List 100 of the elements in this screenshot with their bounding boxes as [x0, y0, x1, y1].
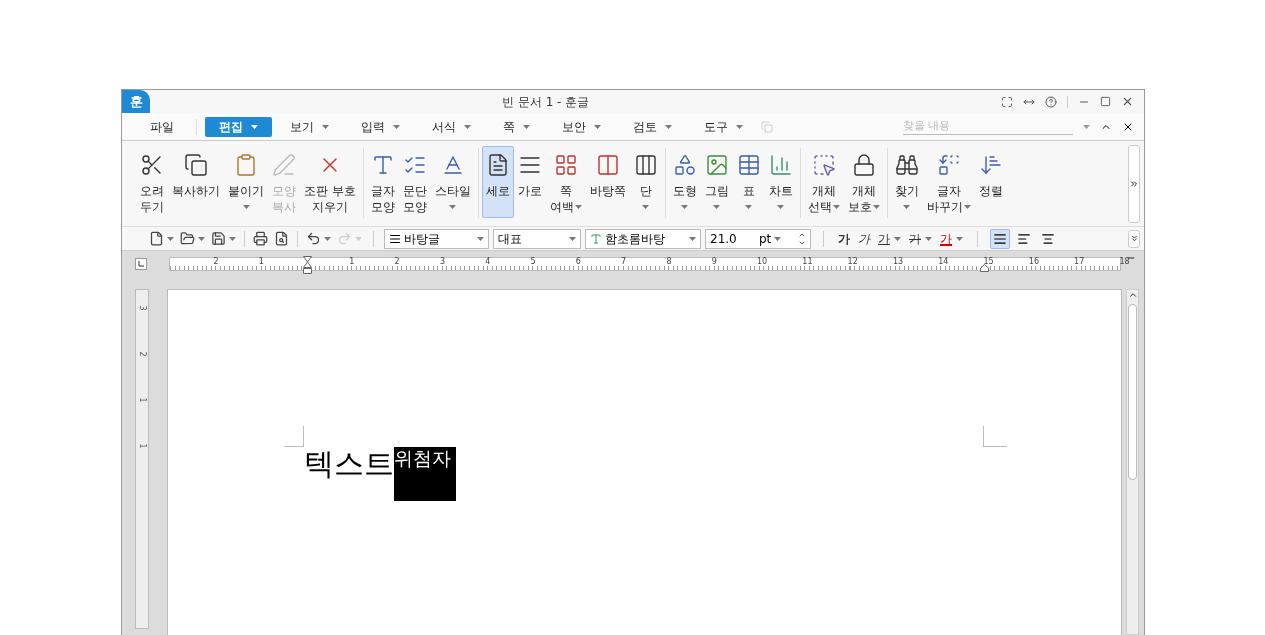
- menu-tab[interactable]: 검토: [619, 116, 686, 137]
- select-object-icon: [811, 153, 836, 177]
- paragraph-style-icon: [389, 232, 401, 245]
- format-button[interactable]: 가: [876, 229, 903, 248]
- ruler-number: 13: [892, 257, 904, 267]
- toolbar-button[interactable]: [252, 231, 269, 246]
- help-icon[interactable]: [1045, 95, 1057, 108]
- tab-stop-selector[interactable]: [135, 258, 147, 270]
- dropdown-field[interactable]: 바탕글: [384, 228, 489, 249]
- caret-icon: [167, 236, 174, 241]
- folder-icon: [180, 231, 195, 246]
- format-button[interactable]: 가: [938, 229, 965, 248]
- caret-icon: [393, 124, 400, 129]
- toolbar-button[interactable]: [148, 231, 175, 246]
- menu-tab[interactable]: 파일: [136, 116, 188, 137]
- copy-icon: [184, 153, 208, 177]
- undo-icon: [306, 231, 321, 246]
- app-logo: 훈: [122, 90, 150, 113]
- menu-tab[interactable]: 편집: [205, 116, 272, 137]
- caret-icon: [594, 124, 601, 129]
- faded-toolbar-icon: [761, 120, 773, 133]
- scroll-thumb[interactable]: [1128, 304, 1137, 480]
- caret-icon: [689, 236, 696, 241]
- scroll-up-icon[interactable]: [1127, 290, 1138, 300]
- menu-tab[interactable]: 쪽: [489, 116, 544, 137]
- caret-icon: [713, 205, 721, 209]
- toolbar-button[interactable]: [210, 231, 237, 246]
- right-margin-marker[interactable]: [980, 264, 989, 272]
- ruler-number: 11: [802, 257, 813, 267]
- ribbon-button[interactable]: 도형: [668, 146, 701, 218]
- ribbon-button[interactable]: 오려 두기: [136, 146, 168, 218]
- print-icon: [253, 231, 268, 246]
- ribbon-button[interactable]: 붙이기: [224, 146, 268, 218]
- ribbon-button[interactable]: 글자 바꾸기: [922, 146, 975, 218]
- ribbon-button[interactable]: 개체 보호: [843, 146, 884, 218]
- format-button[interactable]: 가: [907, 229, 934, 248]
- ruler-number: 9: [711, 257, 717, 267]
- caret-icon: [872, 205, 880, 209]
- format-button[interactable]: 가: [836, 229, 852, 248]
- placeholder-field[interactable]: 위첨자: [394, 447, 456, 501]
- ruler-number: 18: [1119, 257, 1130, 267]
- caret-icon: [642, 205, 650, 209]
- ruler-number: 17: [1074, 257, 1085, 267]
- menu-tab[interactable]: 서식: [418, 116, 485, 137]
- caret-icon: [1083, 124, 1090, 129]
- caret-icon: [956, 236, 963, 241]
- ribbon-button[interactable]: 스타일: [430, 146, 475, 218]
- ruler-number: 6: [575, 257, 581, 267]
- vertical-scrollbar[interactable]: [1126, 289, 1139, 635]
- caret-icon: [355, 236, 362, 241]
- ribbon-button[interactable]: 찾기: [890, 146, 923, 218]
- corner-icon: [138, 261, 144, 267]
- font-size-field[interactable]: 21.0 pt: [705, 228, 811, 249]
- ribbon-button[interactable]: 문단 모양: [398, 146, 431, 218]
- ruler-number: 15: [983, 257, 994, 267]
- ribbon-button[interactable]: 조판 부호 지우기: [300, 146, 360, 218]
- toolbar-expand-button[interactable]: [1128, 229, 1140, 248]
- fullscreen-icon[interactable]: [1001, 95, 1013, 108]
- menu-tab[interactable]: 입력: [347, 116, 414, 137]
- ribbon-button[interactable]: 바탕쪽: [585, 146, 630, 218]
- ruler-number: 1: [349, 257, 355, 267]
- ribbon-button[interactable]: 개체 선택: [803, 146, 844, 218]
- dropdown-field[interactable]: 함초롬바탕: [585, 228, 701, 249]
- toolbar-button[interactable]: [273, 231, 290, 246]
- indent-marker[interactable]: [303, 256, 312, 274]
- caret-icon: [198, 236, 205, 241]
- caret-icon: [903, 205, 911, 209]
- toolbar-button[interactable]: [179, 231, 206, 246]
- redo-icon: [337, 231, 352, 246]
- caret-icon: [229, 236, 236, 241]
- caret-icon: [774, 236, 782, 241]
- ribbon-button[interactable]: 세로: [481, 146, 514, 218]
- shapes-icon: [672, 153, 697, 177]
- ribbon-button[interactable]: 쪽 여백: [545, 146, 586, 218]
- dropdown-field[interactable]: 대표: [493, 228, 581, 249]
- pen-icon: [272, 153, 296, 177]
- align-button[interactable]: [990, 228, 1010, 249]
- ribbon-button[interactable]: 복사하기: [168, 146, 224, 218]
- search-field[interactable]: 찾을 내용: [903, 118, 1073, 135]
- ribbon-button[interactable]: 정렬: [974, 146, 1007, 218]
- ribbon-button[interactable]: 표: [732, 146, 765, 218]
- ribbon-button[interactable]: 단: [629, 146, 662, 218]
- ruler-number: 12: [847, 257, 858, 267]
- close-icon[interactable]: [1121, 95, 1134, 108]
- lock-icon: [851, 153, 876, 177]
- format-button[interactable]: 가: [856, 229, 872, 248]
- maximize-icon[interactable]: [1100, 96, 1111, 107]
- menu-tab[interactable]: 도구: [690, 116, 757, 137]
- menu-tab[interactable]: 보기: [276, 116, 343, 137]
- caret-icon: [963, 205, 971, 209]
- toolbar-button[interactable]: [305, 231, 332, 246]
- ribbon-button[interactable]: 그림: [700, 146, 733, 218]
- menu-tab[interactable]: 보안: [548, 116, 615, 137]
- ruler-number: 8: [666, 257, 672, 267]
- ruler-number: 3: [137, 305, 148, 311]
- binoculars-icon: [894, 153, 919, 177]
- ribbon-button[interactable]: 차트: [764, 146, 797, 218]
- ribbon-button[interactable]: 가로: [513, 146, 546, 218]
- caret-icon: [665, 124, 672, 129]
- ribbon-button[interactable]: 글자 모양: [366, 146, 399, 218]
